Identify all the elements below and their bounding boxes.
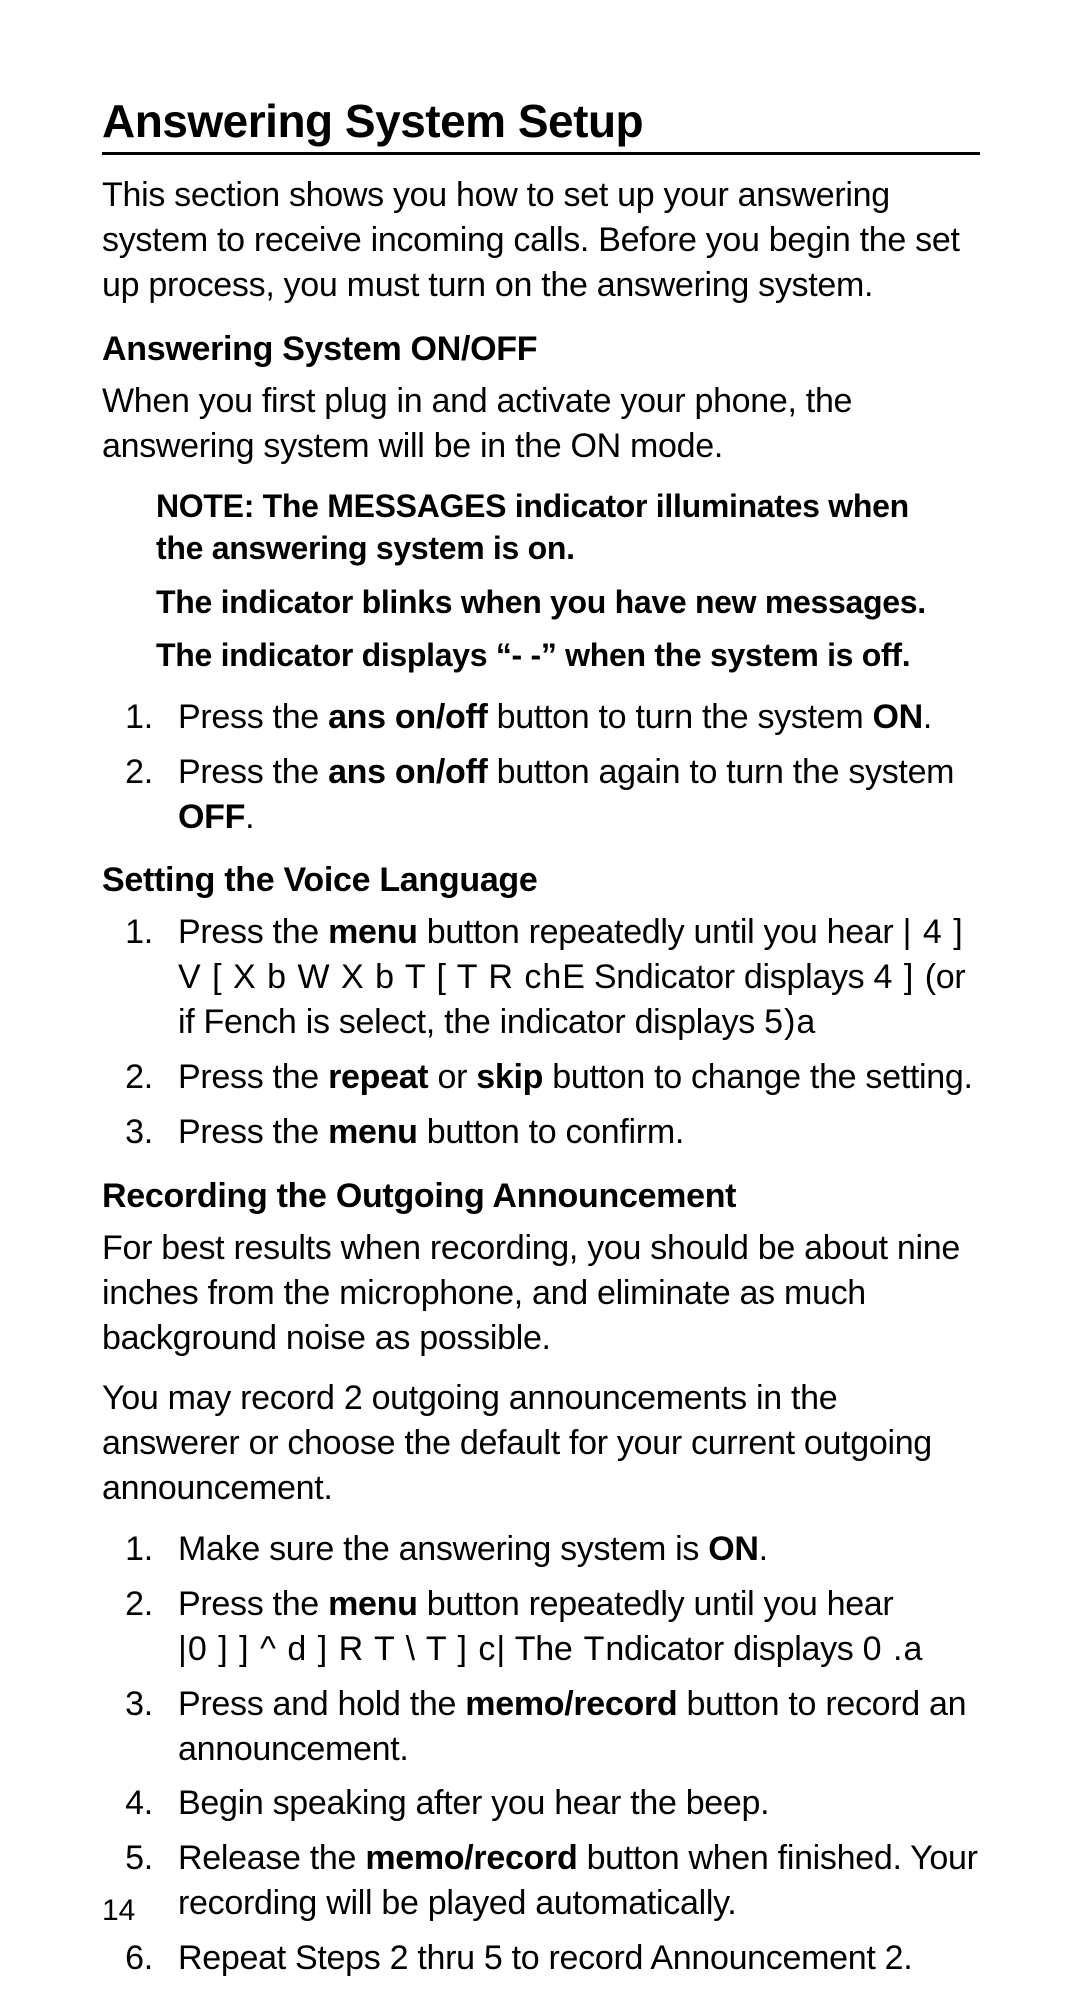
- recording-step-1: Make sure the answering system is ON.: [162, 1527, 980, 1572]
- intro-paragraph: This section shows you how to set up you…: [102, 173, 980, 308]
- language-step-2: Press the repeat or skip button to chang…: [162, 1055, 980, 1100]
- manual-page: Answering System Setup This section show…: [0, 0, 1080, 2016]
- note-line-3: The indicator displays “- -” when the sy…: [156, 635, 960, 677]
- note-block: NOTE: The MESSAGES indicator illuminates…: [156, 486, 980, 676]
- note-line-1: NOTE: The MESSAGES indicator illuminates…: [156, 486, 960, 569]
- language-step-3: Press the menu button to confirm.: [162, 1110, 980, 1155]
- section-heading-recording: Recording the Outgoing Announcement: [102, 1177, 980, 1216]
- recording-step-4: Begin speaking after you hear the beep.: [162, 1781, 980, 1826]
- page-number: 14: [102, 1894, 135, 1928]
- onoff-body: When you first plug in and activate your…: [102, 379, 980, 469]
- onoff-step-1: Press the ans on/off button to turn the …: [162, 695, 980, 740]
- section-heading-onoff: Answering System ON/OFF: [102, 330, 980, 369]
- recording-step-6: Repeat Steps 2 thru 5 to record Announce…: [162, 1936, 980, 1981]
- recording-body-2: You may record 2 outgoing announcements …: [102, 1376, 980, 1511]
- page-title: Answering System Setup: [102, 94, 980, 155]
- section-heading-language: Setting the Voice Language: [102, 861, 980, 900]
- onoff-steps: Press the ans on/off button to turn the …: [102, 695, 980, 840]
- language-steps: Press the menu button repeatedly until y…: [102, 910, 980, 1154]
- recording-step-5: Release the memo/record button when fini…: [162, 1836, 980, 1926]
- recording-step-2: Press the menu button repeatedly until y…: [162, 1582, 980, 1672]
- language-step-1: Press the menu button repeatedly until y…: [162, 910, 980, 1045]
- recording-body-1: For best results when recording, you sho…: [102, 1226, 980, 1361]
- recording-steps: Make sure the answering system is ON. Pr…: [102, 1527, 980, 1981]
- onoff-step-2: Press the ans on/off button again to tur…: [162, 750, 980, 840]
- note-line-2: The indicator blinks when you have new m…: [156, 582, 960, 624]
- recording-step-3: Press and hold the memo/record button to…: [162, 1682, 980, 1772]
